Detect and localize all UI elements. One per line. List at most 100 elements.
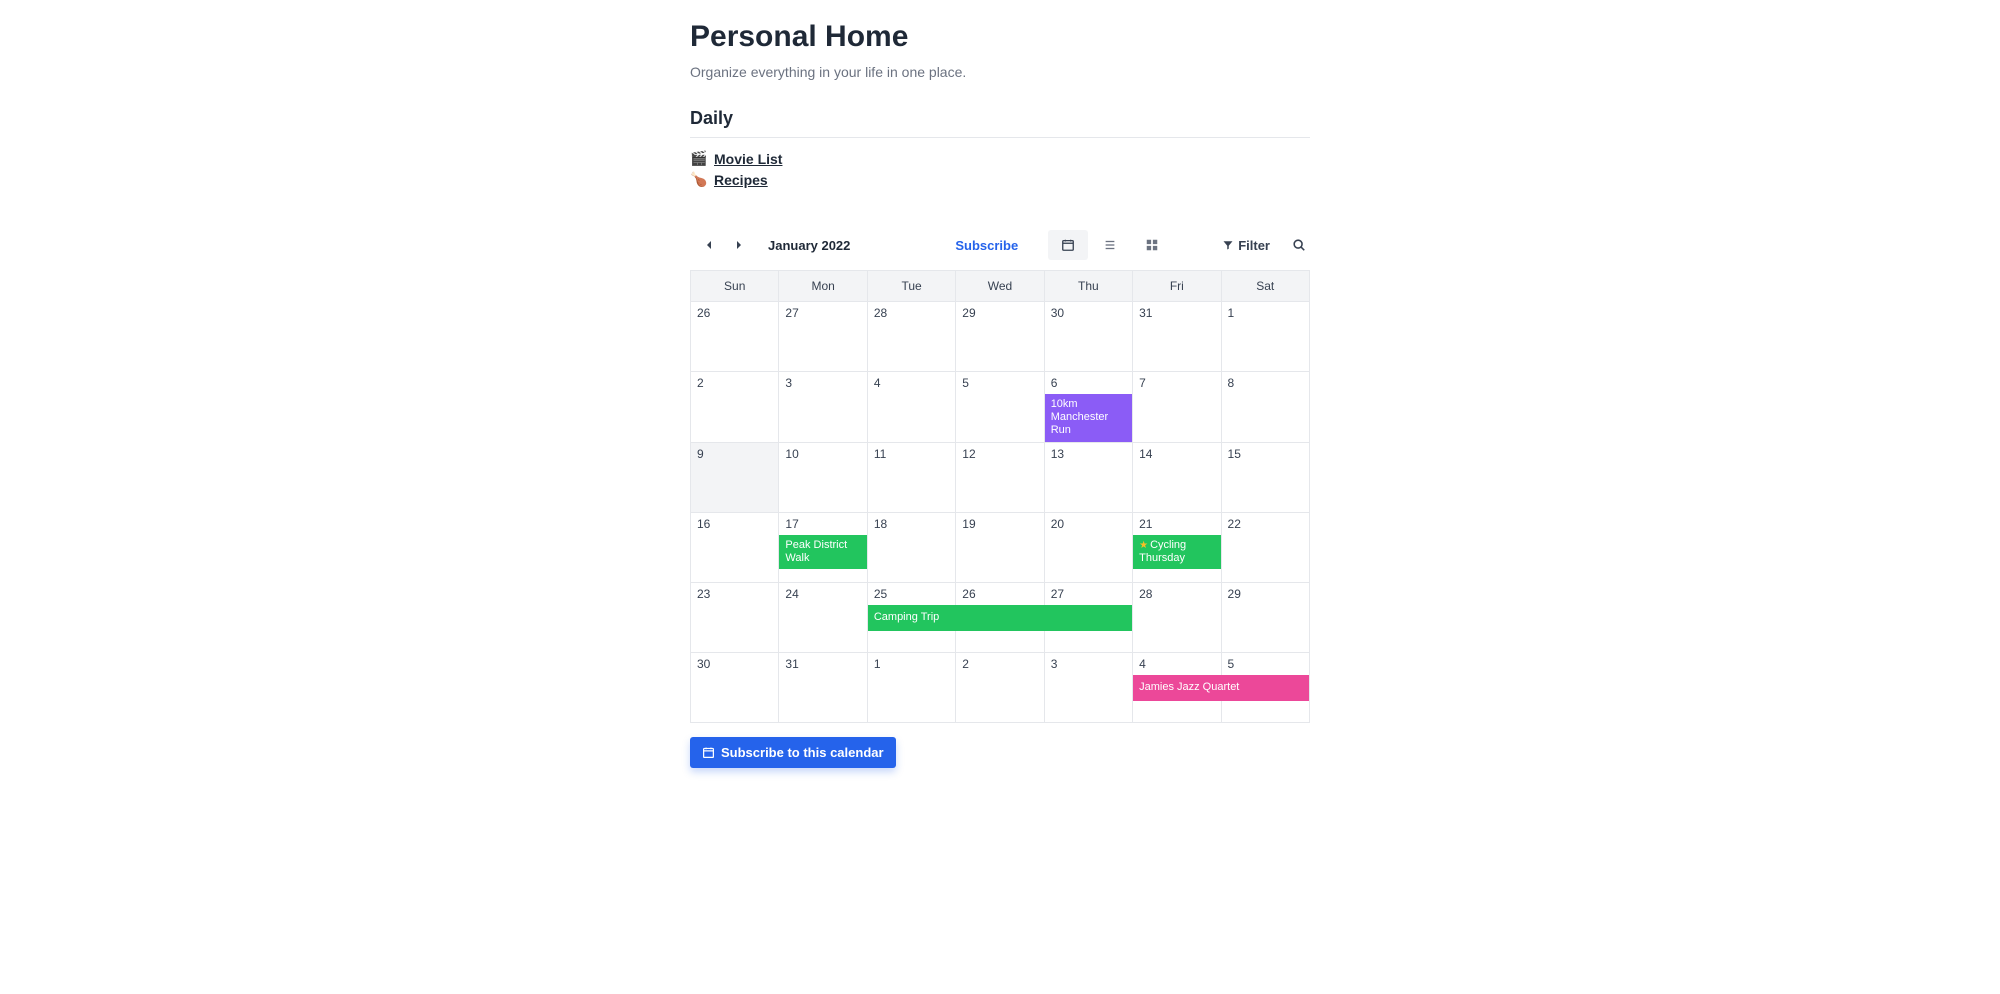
- filter-label: Filter: [1238, 238, 1270, 253]
- calendar-icon: [1061, 238, 1075, 252]
- day-cell[interactable]: 2: [956, 652, 1044, 722]
- day-cell[interactable]: 3: [779, 372, 867, 443]
- link-item-movie-list[interactable]: 🎬 Movie List: [690, 148, 1310, 169]
- day-number: 11: [868, 443, 955, 465]
- day-cell[interactable]: 1: [867, 652, 955, 722]
- day-cell[interactable]: 22: [1221, 512, 1309, 582]
- calendar-icon: [702, 746, 715, 759]
- search-icon: [1292, 238, 1306, 252]
- search-button[interactable]: [1292, 238, 1306, 252]
- day-number: 30: [691, 653, 778, 675]
- day-number: 13: [1045, 443, 1132, 465]
- day-number: 4: [1133, 653, 1220, 675]
- day-cell[interactable]: 9: [691, 442, 779, 512]
- daily-section-title: Daily: [690, 108, 1310, 129]
- day-cell[interactable]: 610km Manchester Run: [1044, 372, 1132, 443]
- day-number: 21: [1133, 513, 1220, 535]
- day-cell[interactable]: 15: [1221, 442, 1309, 512]
- list-icon: [1103, 238, 1117, 252]
- calendar-event[interactable]: Peak District Walk: [779, 535, 866, 569]
- filter-icon: [1222, 239, 1234, 251]
- day-cell[interactable]: 29: [956, 302, 1044, 372]
- day-number: 30: [1045, 302, 1132, 324]
- day-header: Tue: [867, 271, 955, 302]
- day-cell[interactable]: 19: [956, 512, 1044, 582]
- day-number: 31: [779, 653, 866, 675]
- day-cell[interactable]: 16: [691, 512, 779, 582]
- day-number: 24: [779, 583, 866, 605]
- day-number: 14: [1133, 443, 1220, 465]
- list-view-button[interactable]: [1090, 230, 1130, 260]
- day-cell[interactable]: 27: [779, 302, 867, 372]
- day-cell[interactable]: 31: [779, 652, 867, 722]
- day-number: 16: [691, 513, 778, 535]
- day-number: 9: [691, 443, 778, 465]
- day-cell[interactable]: 10: [779, 442, 867, 512]
- day-cell[interactable]: 18: [867, 512, 955, 582]
- movie-list-link[interactable]: Movie List: [714, 151, 782, 167]
- day-cell[interactable]: 30: [691, 652, 779, 722]
- day-cell[interactable]: 25Camping Trip: [867, 582, 955, 652]
- recipes-link[interactable]: Recipes: [714, 172, 768, 188]
- day-number: 6: [1045, 372, 1132, 394]
- day-cell[interactable]: 28: [867, 302, 955, 372]
- day-cell[interactable]: 4: [867, 372, 955, 443]
- calendar-grid: SunMonTueWedThuFriSat 262728293031123456…: [690, 270, 1310, 723]
- day-cell[interactable]: 3: [1044, 652, 1132, 722]
- subscribe-link[interactable]: Subscribe: [955, 238, 1018, 253]
- day-number: 23: [691, 583, 778, 605]
- day-cell[interactable]: 13: [1044, 442, 1132, 512]
- day-number: 31: [1133, 302, 1220, 324]
- subscribe-to-calendar-button[interactable]: Subscribe to this calendar: [690, 737, 896, 768]
- prev-month-button[interactable]: [702, 238, 716, 252]
- star-icon: ★: [1139, 540, 1148, 551]
- section-divider: [690, 137, 1310, 138]
- day-number: 2: [956, 653, 1043, 675]
- day-number: 15: [1222, 443, 1309, 465]
- day-number: 12: [956, 443, 1043, 465]
- day-header: Wed: [956, 271, 1044, 302]
- day-cell[interactable]: 5: [956, 372, 1044, 443]
- day-cell[interactable]: 1: [1221, 302, 1309, 372]
- day-cell[interactable]: 7: [1133, 372, 1221, 443]
- link-item-recipes[interactable]: 🍗 Recipes: [690, 169, 1310, 190]
- day-number: 19: [956, 513, 1043, 535]
- day-number: 5: [1222, 653, 1309, 675]
- day-cell[interactable]: 12: [956, 442, 1044, 512]
- day-number: 28: [1133, 583, 1220, 605]
- grid-view-button[interactable]: [1132, 230, 1172, 260]
- day-cell[interactable]: 28: [1133, 582, 1221, 652]
- calendar-event[interactable]: Camping Trip: [868, 605, 1132, 631]
- day-number: 25: [868, 583, 955, 605]
- day-cell[interactable]: 29: [1221, 582, 1309, 652]
- day-cell[interactable]: 26: [691, 302, 779, 372]
- clapper-icon: 🎬: [690, 150, 708, 167]
- day-number: 29: [956, 302, 1043, 324]
- day-cell[interactable]: 20: [1044, 512, 1132, 582]
- next-month-button[interactable]: [732, 238, 746, 252]
- day-cell[interactable]: 31: [1133, 302, 1221, 372]
- day-cell[interactable]: 8: [1221, 372, 1309, 443]
- calendar-event[interactable]: Jamies Jazz Quartet: [1133, 675, 1309, 701]
- day-cell[interactable]: 30: [1044, 302, 1132, 372]
- day-header: Sun: [691, 271, 779, 302]
- day-cell[interactable]: 11: [867, 442, 955, 512]
- calendar-view-button[interactable]: [1048, 230, 1088, 260]
- day-cell[interactable]: 14: [1133, 442, 1221, 512]
- day-cell[interactable]: 24: [779, 582, 867, 652]
- day-number: 3: [779, 372, 866, 394]
- day-cell[interactable]: 17Peak District Walk: [779, 512, 867, 582]
- day-cell[interactable]: 21★Cycling Thursday: [1133, 512, 1221, 582]
- day-cell[interactable]: 23: [691, 582, 779, 652]
- filter-button[interactable]: Filter: [1222, 238, 1270, 253]
- day-number: 22: [1222, 513, 1309, 535]
- day-number: 1: [868, 653, 955, 675]
- day-number: 17: [779, 513, 866, 535]
- day-cell[interactable]: 2: [691, 372, 779, 443]
- day-number: 18: [868, 513, 955, 535]
- day-cell[interactable]: 4Jamies Jazz Quartet: [1133, 652, 1221, 722]
- calendar-event[interactable]: 10km Manchester Run: [1045, 394, 1132, 442]
- day-number: 10: [779, 443, 866, 465]
- day-number: 5: [956, 372, 1043, 394]
- calendar-event[interactable]: ★Cycling Thursday: [1133, 535, 1220, 569]
